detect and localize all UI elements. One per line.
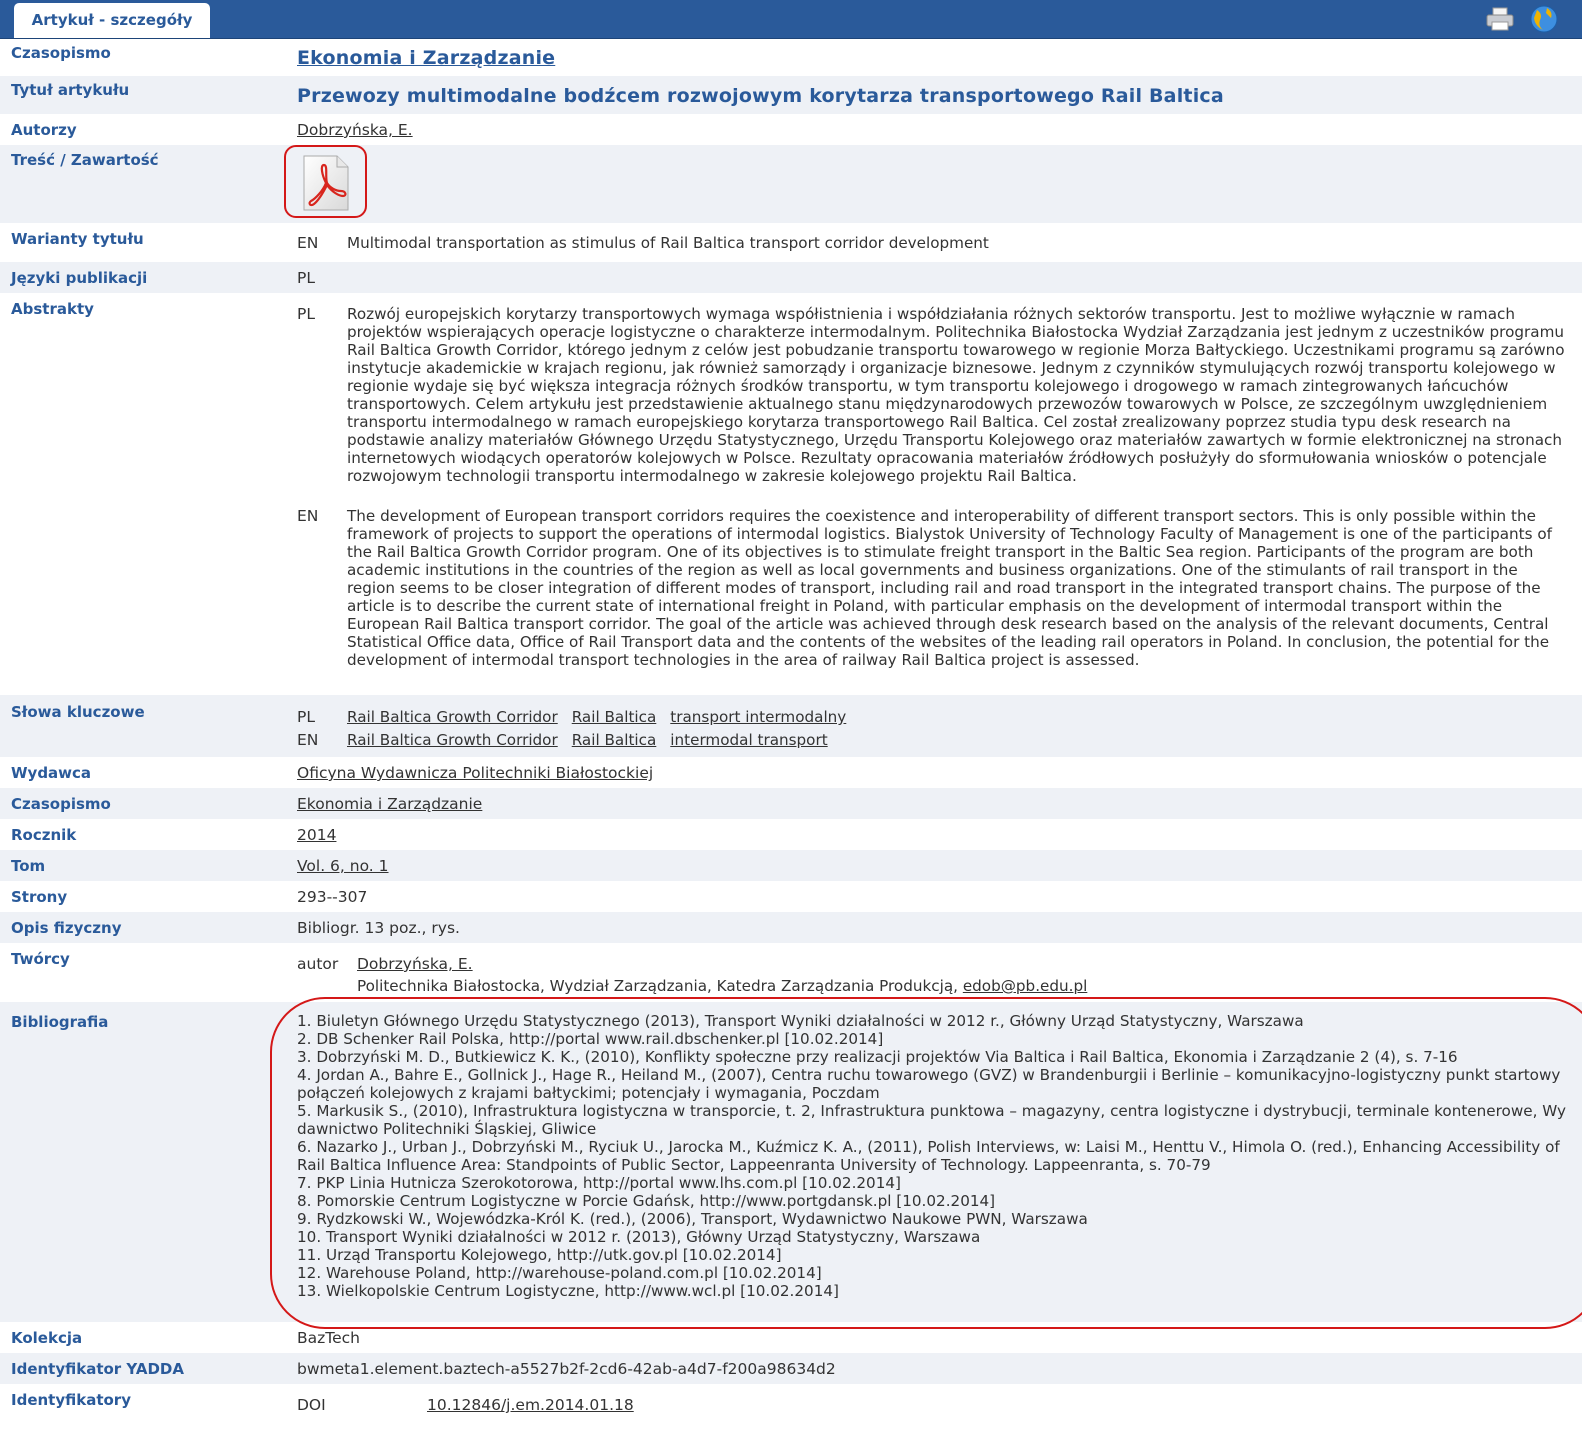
row-title-variants: Warianty tytułu EN Multimodal transporta… [0,223,1582,262]
globe-icon[interactable] [1529,4,1559,34]
volume-link[interactable]: Vol. 6, no. 1 [297,857,389,875]
highlight-bibliography [270,997,1582,1329]
creator-email-link[interactable]: edob@pb.edu.pl [963,977,1088,995]
keyword-link[interactable]: Rail Baltica Growth Corridor [347,731,558,749]
collection-value: BazTech [297,1329,360,1347]
author-link[interactable]: Dobrzyńska, E. [297,121,413,139]
doi-link[interactable]: 10.12846/j.em.2014.01.18 [427,1396,634,1414]
abstract-pl: Rozwój europejskich korytarzy transporto… [347,305,1565,485]
label-creators: Twórcy [11,950,70,968]
row-languages: Języki publikacji PL [0,262,1582,293]
lang-code: EN [297,234,319,252]
label-content: Treść / Zawartość [11,151,159,169]
journal-link[interactable]: Ekonomia i Zarządzanie [297,47,555,69]
lang-code: EN [297,507,319,525]
keyword-link[interactable]: Rail Baltica [572,708,657,726]
creator-link[interactable]: Dobrzyńska, E. [357,955,473,973]
row-title: Tytuł artykułu Przewozy multimodalne bod… [0,76,1582,114]
row-journal: Czasopismo Ekonomia i Zarządzanie [0,39,1582,76]
row-physical-description: Opis fizyczny Bibliogr. 13 poz., rys. [0,912,1582,943]
label-publisher: Wydawca [11,764,92,782]
label-languages: Języki publikacji [11,269,148,287]
keyword-link[interactable]: Rail Baltica Growth Corridor [347,708,558,726]
header-bar: Artykuł - szczegóły [0,0,1582,39]
affiliation-text: Politechnika Białostocka, Wydział Zarząd… [357,977,958,995]
label-physical-description: Opis fizyczny [11,919,122,937]
row-identifiers: Identyfikatory DOI 10.12846/j.em.2014.01… [0,1384,1582,1440]
label-identifiers: Identyfikatory [11,1391,131,1409]
keywords-en: Rail Baltica Growth Corridor Rail Baltica… [347,731,1567,749]
label-year: Rocznik [11,826,77,844]
keyword-link[interactable]: intermodal transport [670,731,827,749]
lang-code: PL [297,305,315,323]
keyword-link[interactable]: transport intermodalny [670,708,846,726]
language-value: PL [297,269,315,287]
printer-icon[interactable] [1486,7,1514,31]
label-yadda-id: Identyfikator YADDA [11,1360,184,1378]
lang-code: PL [297,708,315,726]
creator-affiliation: Politechnika Białostocka, Wydział Zarząd… [357,977,1087,995]
publisher-link[interactable]: Oficyna Wydawnicza Politechniki Białosto… [297,764,653,782]
row-pages: Strony 293--307 [0,881,1582,912]
label-keywords: Słowa kluczowe [11,703,145,721]
yadda-id-value: bwmeta1.element.baztech-a5527b2f-2cd6-42… [297,1360,836,1378]
lang-code: EN [297,731,319,749]
creator-role: autor [297,955,339,973]
highlight-pdf [284,145,367,218]
row-publisher: Wydawca Oficyna Wydawnicza Politechniki … [0,757,1582,788]
physical-description-value: Bibliogr. 13 poz., rys. [297,919,460,937]
label-pages: Strony [11,888,68,906]
label-collection: Kolekcja [11,1329,83,1347]
year-link[interactable]: 2014 [297,826,336,844]
abstract-en: The development of European transport co… [347,507,1553,669]
row-creators: Twórcy autor Dobrzyńska, E. Politechnika… [0,943,1582,1002]
row-keywords: Słowa kluczowe PL Rail Baltica Growth Co… [0,695,1582,757]
row-authors: Autorzy Dobrzyńska, E. [0,114,1582,145]
article-title: Przewozy multimodalne bodźcem rozwojowym… [297,85,1224,107]
label-authors: Autorzy [11,121,77,139]
journal-link[interactable]: Ekonomia i Zarządzanie [297,795,482,813]
label-volume: Tom [11,857,46,875]
row-journal-2: Czasopismo Ekonomia i Zarządzanie [0,788,1582,819]
tab-article-details[interactable]: Artykuł - szczegóły [14,3,210,38]
label-title: Tytuł artykułu [11,81,130,99]
title-variant: Multimodal transportation as stimulus of… [347,234,989,252]
row-volume: Tom Vol. 6, no. 1 [0,850,1582,881]
keyword-link[interactable]: Rail Baltica [572,731,657,749]
row-abstracts: Abstrakty PL Rozwój europejskich korytar… [0,293,1582,695]
label-journal: Czasopismo [11,44,111,62]
row-collection: Kolekcja BazTech [0,1322,1582,1353]
pages-value: 293--307 [297,888,368,906]
keywords-pl: Rail Baltica Growth Corridor Rail Baltica… [347,708,1567,726]
row-content: Treść / Zawartość [0,145,1582,223]
label-abstracts: Abstrakty [11,300,94,318]
row-year: Rocznik 2014 [0,819,1582,850]
label-bibliography: Bibliografia [11,1013,109,1031]
row-yadda-id: Identyfikator YADDA bwmeta1.element.bazt… [0,1353,1582,1384]
label-journal: Czasopismo [11,795,111,813]
identifier-type: DOI [297,1396,326,1414]
label-title-variants: Warianty tytułu [11,230,144,248]
